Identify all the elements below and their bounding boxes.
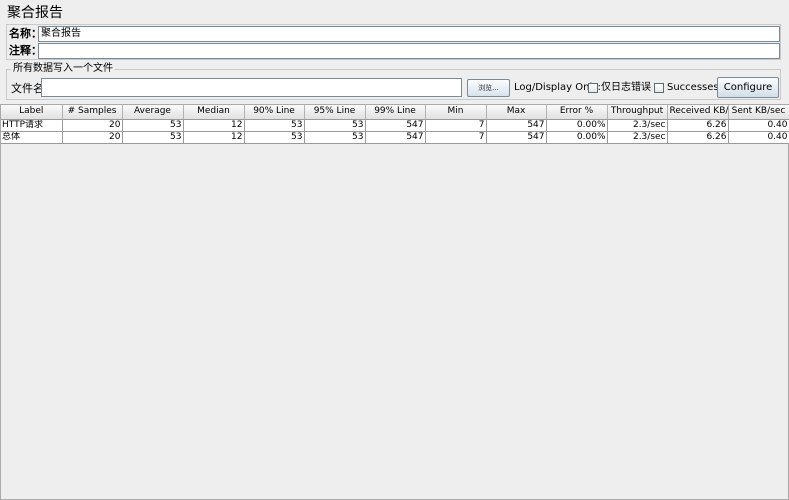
results-table-area[interactable]: Label # Samples Average Median 90% Line … — [0, 104, 789, 500]
column-header-max[interactable]: Max — [486, 105, 547, 120]
comment-input[interactable] — [38, 43, 780, 59]
column-header-95-line[interactable]: 95% Line — [304, 105, 366, 120]
comment-row: 注释： — [7, 43, 780, 59]
table-cell: 53 — [304, 119, 366, 132]
successes-checkbox[interactable] — [654, 83, 664, 93]
table-cell: 总体 — [1, 131, 63, 144]
table-cell: 53 — [244, 131, 305, 144]
table-row[interactable]: HTTP请求 20 53 12 53 53 547 7 547 0.00% 2.… — [1, 119, 789, 132]
errors-only-checkbox[interactable] — [588, 83, 598, 93]
table-cell: 2.3/sec — [607, 131, 668, 144]
page-title: 聚合报告 — [7, 5, 63, 21]
table-cell: 6.26 — [667, 119, 729, 132]
column-header-throughput[interactable]: Throughput — [607, 105, 668, 120]
column-header-90-line[interactable]: 90% Line — [244, 105, 305, 120]
configure-button[interactable]: Configure — [717, 77, 779, 98]
successes-label: Successes — [667, 82, 719, 93]
name-comment-panel: 名称： 聚合报告 注释： — [6, 24, 781, 60]
table-cell: 547 — [486, 131, 547, 144]
table-cell: 53 — [244, 119, 305, 132]
column-header-sent-kb[interactable]: Sent KB/sec — [728, 105, 789, 120]
table-cell: 547 — [365, 119, 426, 132]
results-table: Label # Samples Average Median 90% Line … — [1, 105, 789, 144]
table-cell: 547 — [365, 131, 426, 144]
errors-only-label: 仅日志错误 — [601, 82, 651, 93]
column-header-error[interactable]: Error % — [546, 105, 608, 120]
table-row[interactable]: 总体 20 53 12 53 53 547 7 547 0.00% 2.3/se… — [1, 131, 789, 144]
browse-button[interactable]: 浏览... — [467, 79, 510, 97]
table-cell: 0.00% — [546, 131, 608, 144]
table-cell: 12 — [183, 131, 245, 144]
table-cell: 12 — [183, 119, 245, 132]
column-header-min[interactable]: Min — [425, 105, 487, 120]
filename-input[interactable] — [41, 78, 462, 97]
name-row: 名称： 聚合报告 — [7, 26, 780, 42]
table-cell: 20 — [62, 119, 123, 132]
table-cell: 547 — [486, 119, 547, 132]
table-cell: 53 — [122, 131, 184, 144]
column-header-median[interactable]: Median — [183, 105, 245, 120]
column-header-received-kb[interactable]: Received KB/... — [667, 105, 729, 120]
table-header-row: Label # Samples Average Median 90% Line … — [1, 105, 789, 120]
column-header-99-line[interactable]: 99% Line — [365, 105, 426, 120]
file-group-legend: 所有数据写入一个文件 — [11, 63, 115, 75]
table-cell: 6.26 — [667, 131, 729, 144]
column-header-average[interactable]: Average — [122, 105, 184, 120]
table-cell: 2.3/sec — [607, 119, 668, 132]
name-input[interactable]: 聚合报告 — [38, 26, 780, 42]
table-cell: 0.00% — [546, 119, 608, 132]
table-cell: 7 — [425, 119, 487, 132]
column-header-samples[interactable]: # Samples — [62, 105, 123, 120]
table-cell: 0.40 — [728, 119, 789, 132]
table-cell: 53 — [304, 131, 366, 144]
table-cell: 53 — [122, 119, 184, 132]
column-header-label[interactable]: Label — [1, 105, 63, 120]
table-cell: HTTP请求 — [1, 119, 63, 132]
filename-label: 文件名 — [11, 82, 44, 95]
table-cell: 7 — [425, 131, 487, 144]
write-to-file-group: 所有数据写入一个文件 文件名 浏览... Log/Display Only: 仅… — [6, 63, 781, 100]
table-cell: 20 — [62, 131, 123, 144]
table-cell: 0.40 — [728, 131, 789, 144]
